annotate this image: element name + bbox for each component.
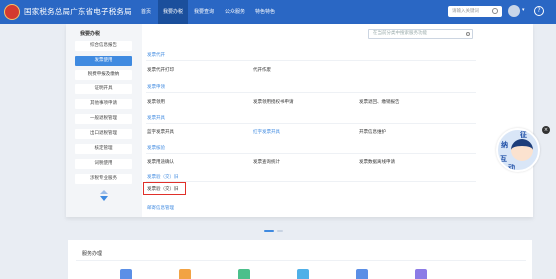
mascot-char: 纳 — [501, 141, 508, 149]
category-title: 发票代开 — [147, 53, 165, 58]
mascot-char: 征 — [520, 131, 527, 139]
link-invoice-info-maintain[interactable]: 开票信息维护 — [359, 129, 386, 135]
link-void-issued[interactable]: 代开作废 — [253, 67, 271, 73]
link-invoice-verify-old[interactable]: 发票验（交）旧 — [147, 186, 179, 192]
nav-tax-handling[interactable]: 我要办税 — [158, 0, 188, 24]
link-offline-data[interactable]: 发票数据离线申请 — [359, 159, 395, 165]
mascot-icon — [511, 139, 533, 161]
sidebar-item-invoice-use[interactable]: 发票使用 — [75, 56, 132, 66]
link-blue-invoice[interactable]: 蓝字发票开具 — [147, 129, 174, 135]
carousel-dot-active[interactable] — [264, 230, 274, 232]
nav-home[interactable]: 首页 — [135, 0, 157, 24]
site-brand[interactable]: 国家税务总局广东省电子税务局 — [24, 6, 132, 17]
category-title: 发票开具 — [147, 116, 165, 121]
sidebar-item-info-report[interactable]: 综合信息报告 — [75, 41, 132, 51]
search-icon[interactable] — [466, 32, 470, 36]
scroll-down-icon[interactable] — [100, 196, 108, 201]
service-tile-icon[interactable] — [238, 269, 250, 279]
link-invoice-return[interactable]: 发票退回、缴销报告 — [359, 99, 400, 105]
help-icon[interactable]: ? — [534, 6, 544, 16]
assistant-mascot[interactable]: 征 纳 互 动 — [496, 128, 540, 172]
category-title[interactable]: 邮寄信息管理 — [147, 205, 174, 211]
sidebar-item-other-request[interactable]: 其他事项申请 — [75, 99, 132, 109]
divider — [146, 181, 476, 182]
scroll-up-icon[interactable] — [100, 190, 108, 194]
sidebar-item-export-refund[interactable]: 出口退税管理 — [75, 129, 132, 139]
close-icon[interactable]: × — [542, 126, 550, 134]
nav-query[interactable]: 我要查询 — [189, 0, 219, 24]
sidebar-item-refund[interactable]: 一般退税管理 — [75, 114, 132, 124]
sidebar-item-assessment[interactable]: 核定管理 — [75, 144, 132, 154]
nav-public-service[interactable]: 公众服务 — [220, 0, 250, 24]
divider — [146, 92, 476, 93]
service-tile-icon[interactable] — [179, 269, 191, 279]
search-icon[interactable] — [492, 8, 498, 14]
panel-search-input[interactable]: 在当前分类中搜索服务功能 — [368, 29, 473, 39]
service-tile-icon[interactable] — [356, 269, 368, 279]
link-red-invoice[interactable]: 红字发票开具 — [253, 129, 280, 135]
link-invoice-issue-print[interactable]: 发票代开打印 — [147, 67, 174, 73]
sidebar-item-certificate[interactable]: 证明开具 — [75, 84, 132, 94]
divider — [146, 60, 476, 61]
divider — [76, 260, 526, 261]
sidebar-item-tax-use[interactable]: 词税使用 — [75, 159, 132, 169]
mascot-char: 互 — [500, 155, 507, 163]
category-title: 发票核验 — [147, 146, 165, 151]
link-claim-authorization[interactable]: 发票领用授权书申请 — [253, 99, 294, 105]
nav-feature[interactable]: 特色特色 — [250, 0, 280, 24]
category-title: 发票申领 — [147, 85, 165, 90]
divider — [146, 153, 476, 154]
chevron-down-icon[interactable]: ▾ — [522, 7, 525, 13]
service-tile-icon[interactable] — [120, 269, 132, 279]
sidebar-item-declaration[interactable]: 税费申报及缴纳 — [75, 70, 132, 80]
link-invoice-purpose[interactable]: 发票用途确认 — [147, 159, 174, 165]
category-title: 发票验（交）旧 — [147, 175, 179, 180]
service-tile-icon[interactable] — [415, 269, 427, 279]
section-title: 服务办理 — [82, 251, 103, 257]
sidebar-title: 我要办税 — [80, 31, 101, 37]
tax-bureau-logo-icon — [4, 4, 20, 20]
sidebar-item-professional[interactable]: 涉税专业服务 — [75, 174, 132, 184]
link-invoice-claim[interactable]: 发票领用 — [147, 99, 165, 105]
carousel-dot[interactable] — [277, 230, 283, 232]
user-avatar[interactable] — [508, 5, 520, 17]
service-tile-icon[interactable] — [297, 269, 309, 279]
link-invoice-stats[interactable]: 发票查询统计 — [253, 159, 280, 165]
divider — [146, 123, 476, 124]
